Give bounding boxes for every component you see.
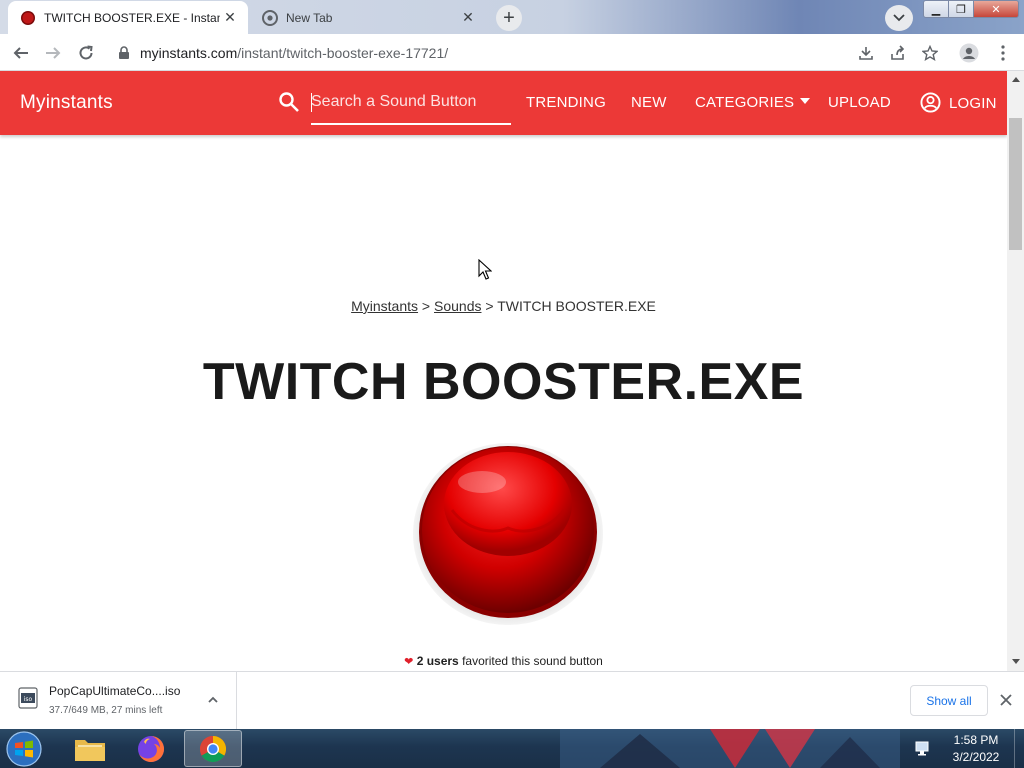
taskbar-file-explorer[interactable] (62, 730, 118, 767)
download-icon (859, 47, 873, 60)
nav-login-label: LOGIN (949, 95, 997, 112)
download-file-name: PopCapUltimateCo....iso (49, 684, 181, 698)
firefox-icon (138, 735, 164, 762)
window-restore-button[interactable]: ❐ (948, 0, 974, 18)
taskbar-firefox[interactable] (123, 730, 179, 767)
favorites-info: ❤ 2 users favorited this sound button (0, 654, 1007, 668)
window-close-button[interactable]: ✕ (973, 0, 1019, 18)
bookmark-button[interactable] (917, 40, 943, 66)
reload-icon (79, 45, 93, 60)
browser-menu-button[interactable] (990, 40, 1016, 66)
share-button[interactable] (885, 40, 911, 66)
browser-tab-strip: TWITCH BOOSTER.EXE - Instant S ✕ New Tab… (0, 0, 1024, 34)
url-path: /instant/twitch-booster-exe-17721/ (237, 44, 449, 61)
download-shelf: iso PopCapUltimateCo....iso 37.7/649 MB,… (0, 671, 1024, 730)
breadcrumb: Myinstants > Sounds > TWITCH BOOSTER.EXE (0, 298, 1007, 314)
show-all-downloads-button[interactable]: Show all (910, 685, 988, 716)
account-circle-icon (920, 92, 941, 113)
svg-text:iso: iso (24, 696, 33, 703)
new-tab-button[interactable]: + (496, 5, 522, 31)
close-icon (1000, 694, 1012, 706)
mouse-pointer-icon (478, 259, 492, 280)
tab-twitch-booster[interactable]: TWITCH BOOSTER.EXE - Instant S ✕ (8, 1, 248, 34)
tab-search-button[interactable] (885, 5, 913, 31)
wallpaper-peek (560, 729, 900, 768)
download-status: 37.7/649 MB, 27 mins left (49, 705, 163, 716)
nav-upload-link[interactable]: UPLOAD (828, 94, 891, 111)
iso-file-icon: iso (18, 687, 38, 709)
red-button-favicon-icon (21, 10, 35, 25)
nav-categories-dropdown[interactable]: CATEGORIES (695, 94, 811, 111)
site-navbar: Myinstants TRENDING NEW CATEGORIES UPLOA… (0, 71, 1007, 135)
url-domain: myinstants.com (140, 44, 238, 61)
arrow-left-icon (13, 47, 28, 59)
close-download-shelf-button[interactable] (997, 691, 1015, 709)
site-logo[interactable]: Myinstants (20, 92, 113, 114)
nav-login-link[interactable]: LOGIN (920, 92, 997, 113)
close-icon[interactable]: ✕ (220, 8, 240, 28)
arrow-right-icon (46, 47, 61, 59)
text-caret (311, 93, 312, 112)
profile-button[interactable] (956, 40, 982, 66)
install-app-button[interactable] (853, 40, 879, 66)
nav-trending-link[interactable]: TRENDING (526, 94, 606, 111)
search-field[interactable] (311, 87, 511, 125)
windows-taskbar: 1:58 PM 3/2/2022 (0, 729, 1024, 768)
forward-button[interactable] (40, 40, 66, 66)
breadcrumb-separator: > (421, 298, 431, 314)
close-icon[interactable]: ✕ (458, 8, 478, 28)
star-icon (922, 45, 938, 61)
avatar-icon (959, 43, 979, 63)
tab-title: New Tab (286, 10, 333, 25)
tab-new-tab[interactable]: New Tab ✕ (250, 1, 486, 34)
browser-toolbar: myinstants.com/instant/twitch-booster-ex… (0, 34, 1024, 71)
kebab-menu-icon (1001, 45, 1005, 61)
nav-categories-label: CATEGORIES (695, 94, 795, 111)
favorites-suffix: favorited this sound button (462, 654, 603, 668)
favorites-count[interactable]: 2 users (417, 654, 459, 668)
window-minimize-button[interactable]: ▁ (923, 0, 949, 18)
caret-down-icon (800, 98, 811, 104)
chrome-favicon-icon (262, 9, 278, 26)
windows-start-button[interactable] (6, 731, 42, 767)
address-bar[interactable]: myinstants.com/instant/twitch-booster-ex… (110, 38, 845, 67)
play-sound-button[interactable] (412, 440, 604, 626)
chrome-icon (199, 735, 227, 762)
heart-icon: ❤ (404, 656, 414, 668)
taskbar-chrome[interactable] (184, 730, 242, 767)
breadcrumb-separator: > (485, 298, 494, 314)
search-icon[interactable] (278, 91, 300, 113)
triangle-up-icon (1011, 77, 1020, 82)
network-icon[interactable] (914, 739, 932, 757)
page-title: TWITCH BOOSTER.EXE (202, 353, 805, 411)
breadcrumb-current: TWITCH BOOSTER.EXE (497, 298, 656, 314)
chevron-up-icon[interactable] (205, 692, 221, 708)
scroll-down-button[interactable] (1007, 653, 1024, 670)
lock-icon (119, 45, 129, 59)
show-desktop-button[interactable] (1014, 729, 1024, 768)
download-item[interactable]: iso PopCapUltimateCo....iso 37.7/649 MB,… (0, 672, 237, 730)
scrollbar-thumb[interactable] (1009, 118, 1022, 250)
breadcrumb-sounds-link[interactable]: Sounds (434, 298, 481, 314)
tab-title: TWITCH BOOSTER.EXE - Instant S (44, 10, 220, 25)
reload-button[interactable] (73, 40, 99, 66)
taskbar-clock-date[interactable]: 3/2/2022 (946, 750, 1006, 764)
search-input[interactable] (311, 87, 511, 117)
share-icon (891, 45, 905, 60)
chevron-down-icon (893, 14, 905, 22)
back-button[interactable] (8, 40, 34, 66)
breadcrumb-home-link[interactable]: Myinstants (351, 298, 418, 314)
triangle-down-icon (1011, 659, 1020, 664)
taskbar-clock-time[interactable]: 1:58 PM (946, 733, 1006, 747)
scroll-up-button[interactable] (1007, 71, 1024, 88)
folder-icon (75, 739, 105, 761)
nav-new-link[interactable]: NEW (631, 94, 667, 111)
